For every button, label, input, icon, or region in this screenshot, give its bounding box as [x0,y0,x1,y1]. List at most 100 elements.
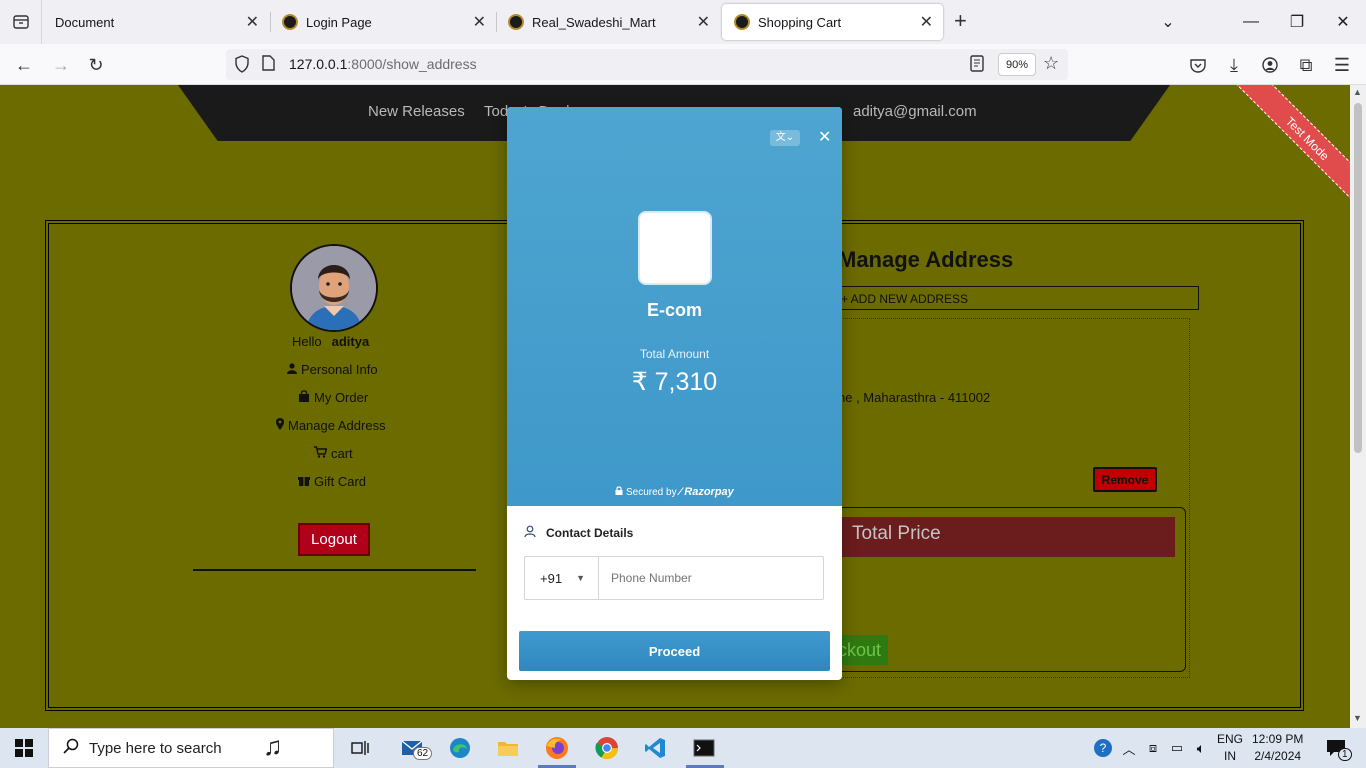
site-favicon-icon [734,14,750,30]
vscode-icon[interactable] [637,728,673,768]
nav-new-releases[interactable]: New Releases [368,103,465,120]
modal-header: 文⌄ ✕ E-com Total Amount ₹ 7,310 Secured … [507,107,842,506]
sidebar-item-gift-card[interactable]: Gift Card [298,474,366,489]
account-icon[interactable] [1256,52,1284,78]
tab-login-page[interactable]: Login Page ✕ [270,4,496,40]
terminal-icon[interactable] [686,728,722,768]
url-bar[interactable]: 127.0.0.1:8000/show_address 90% ☆ [226,49,1068,80]
map-marker-icon [276,418,284,433]
phone-field-group: +91 ▼ [524,556,824,600]
menu-icon[interactable]: ☰ [1328,52,1356,78]
proceed-button[interactable]: Proceed [519,631,830,671]
taskbar-search[interactable]: Type here to search ♫ [48,728,334,768]
chrome-icon[interactable] [589,728,625,768]
country-code-select[interactable]: +91 ▼ [525,557,599,599]
sidebar-item-my-order[interactable]: My Order [298,390,368,405]
clock-time: 12:09 PM [1252,732,1304,746]
device-icon[interactable]: ⧈ [1142,728,1164,768]
sidebar-item-personal-info[interactable]: Personal Info [287,362,378,377]
tab-real-swadeshi-mart[interactable]: Real_Swadeshi_Mart ✕ [496,4,720,40]
address-text: ne , Maharasthra - 411002 [838,390,991,405]
sidebar-item-label: My Order [314,390,369,405]
extensions-icon[interactable]: ⧉ [1292,52,1320,78]
tab-document[interactable]: Document ✕ [43,4,269,40]
scroll-up-icon[interactable]: ▲ [1353,87,1362,97]
total-price-header: Total Price [842,517,1175,557]
username: aditya [331,334,370,349]
forward-icon[interactable]: → [47,52,75,78]
scrollbar-thumb[interactable] [1354,103,1362,453]
page-title: Manage Address [838,247,1014,272]
zoom-level[interactable]: 90% [998,53,1036,76]
minimize-icon[interactable]: — [1228,0,1274,44]
new-tab-icon[interactable]: + [954,10,967,32]
divider [193,569,476,571]
sidebar-item-label: Personal Info [301,362,378,377]
close-icon[interactable]: ✕ [818,127,831,147]
vertical-scrollbar[interactable]: ▲ ▼ [1350,85,1366,728]
close-tab-icon[interactable]: ✕ [246,12,259,32]
language-indicator[interactable]: ENG IN [1217,731,1243,765]
battery-icon[interactable]: ▭ [1166,728,1188,768]
add-new-address-button[interactable]: + ADD NEW ADDRESS [830,286,1199,310]
chevron-down-icon[interactable]: ⌄ [1145,0,1191,44]
shield-icon[interactable] [234,55,250,76]
amount-value: ₹ 7,310 [631,368,718,396]
language-selector-icon[interactable]: 文⌄ [770,130,800,146]
tab-title: Shopping Cart [758,14,842,30]
checkout-button[interactable]: ckout [838,635,888,665]
sidebar-item-cart[interactable]: cart [314,446,353,461]
download-icon[interactable]: ⤓ [1220,52,1248,78]
help-icon[interactable]: ? [1090,728,1116,768]
lock-icon [615,486,626,498]
clock-date: 2/4/2024 [1254,749,1302,763]
tab-shopping-cart[interactable]: Shopping Cart ✕ [722,4,943,40]
merchant-name: E-com [646,300,702,320]
reload-icon[interactable]: ↻ [82,52,110,78]
tab-title: Document [55,14,115,30]
windows-start-icon[interactable] [0,728,48,768]
region-code: IN [1224,749,1236,763]
close-tab-icon[interactable]: ✕ [920,12,933,32]
system-clock[interactable]: 12:09 PM 2/4/2024 [1252,731,1303,765]
reader-view-icon[interactable] [970,55,984,77]
mail-icon[interactable]: 62 [395,728,433,768]
caret-down-icon: ▼ [576,573,585,583]
edge-browser-icon[interactable] [442,728,478,768]
back-icon[interactable]: ← [10,52,38,78]
mail-badge: 62 [413,747,433,760]
razorpay-checkout-modal: 文⌄ ✕ E-com Total Amount ₹ 7,310 Secured … [507,107,842,680]
razorpay-logo: ⁄ Razorpay [679,486,734,498]
remove-button[interactable]: Remove [1093,467,1157,492]
scroll-down-icon[interactable]: ▼ [1353,713,1362,723]
test-mode-ribbon: Test Mode [1235,85,1350,211]
svg-text:?: ? [1100,741,1107,755]
close-window-icon[interactable]: ✕ [1320,0,1366,44]
url-host: 127.0.0.1 [289,56,348,72]
volume-icon[interactable]: 🔈︎ [1190,728,1212,768]
greeting-hello: Hello [292,334,322,349]
notification-icon[interactable]: 1 [1318,728,1354,768]
amount-label: Total Amount [639,347,710,361]
file-explorer-icon[interactable] [490,728,526,768]
tab-list-icon[interactable] [0,0,42,44]
pocket-icon[interactable] [1184,52,1212,78]
user-icon [524,525,536,541]
task-view-icon[interactable] [342,728,378,768]
chevron-up-icon[interactable]: ︿ [1118,728,1140,768]
close-tab-icon[interactable]: ✕ [473,12,486,32]
restore-icon[interactable]: ❐ [1274,0,1320,44]
language-code: ENG [1217,732,1244,746]
country-code-value: +91 [540,570,563,586]
bookmark-star-icon[interactable]: ☆ [1043,53,1059,74]
avatar [290,244,378,332]
page-icon[interactable] [262,55,275,76]
site-favicon-icon [282,14,298,30]
url-text[interactable]: 127.0.0.1:8000/show_address [289,56,477,72]
close-tab-icon[interactable]: ✕ [697,12,710,32]
logout-button[interactable]: Logout [298,523,370,556]
phone-number-input[interactable] [600,557,822,599]
nav-user-email[interactable]: aditya@gmail.com [853,103,977,120]
firefox-icon[interactable] [538,728,576,768]
sidebar-item-manage-address[interactable]: Manage Address [276,418,386,433]
